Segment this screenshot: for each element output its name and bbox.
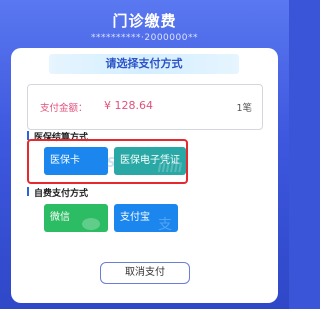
wechat-pay-button[interactable]: 微信 (44, 204, 108, 232)
alipay-button[interactable]: 支付宝 支 (114, 204, 178, 232)
amount-value: ¥ 128.64 (104, 99, 153, 112)
amount-box: 支付金额： ¥ 128.64 1笔 (27, 84, 263, 130)
bill-count: 1笔 (236, 103, 252, 114)
evoucher-watermark: llllll (157, 161, 182, 175)
medical-card-label: 医保卡 (50, 155, 80, 166)
patient-info: **********·2000000** (91, 33, 198, 43)
wechat-label: 微信 (50, 212, 70, 223)
cancel-payment-button[interactable]: 取消支付 (100, 262, 190, 284)
medical-card-button[interactable]: 医保卡 (44, 147, 108, 175)
card-heading: 请选择支付方式 (49, 54, 239, 74)
page-title: 门诊缴费 (112, 12, 177, 30)
medical-e-voucher-button[interactable]: 医保电子凭证 llllll (114, 147, 186, 175)
self-pay-section-label: 自费支付方式 (27, 186, 88, 199)
wechat-icon (82, 218, 100, 230)
alipay-icon: 支 (158, 217, 172, 232)
amount-label: 支付金额： (40, 103, 88, 114)
alipay-label: 支付宝 (120, 212, 150, 223)
